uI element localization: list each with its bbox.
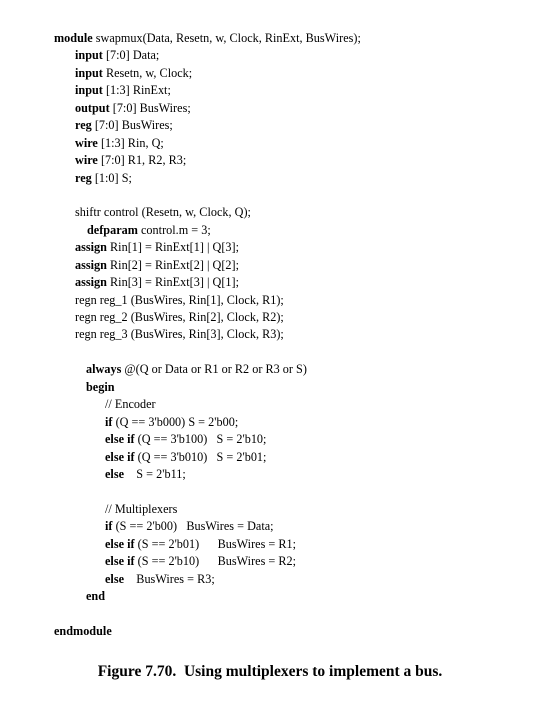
code-keyword: output [75, 100, 110, 115]
code-keyword: if [105, 519, 113, 534]
code-line: regn reg_3 (BusWires, Rin[3], Clock, R3)… [0, 326, 540, 343]
code-keyword: endmodule [54, 623, 112, 638]
code-line: always @(Q or Data or R1 or R2 or R3 or … [0, 361, 540, 378]
code-keyword: else [105, 571, 125, 586]
code-keyword: else if [105, 536, 135, 551]
code-line: else BusWires = R3; [0, 571, 540, 588]
code-line: assign Rin[1] = RinExt[1] | Q[3]; [0, 239, 540, 256]
code-line: reg [7:0] BusWires; [0, 117, 540, 134]
code-line: else if (Q == 3'b010) S = 2'b01; [0, 449, 540, 466]
code-text: // Encoder [105, 397, 156, 412]
code-line: defparam control.m = 3; [0, 222, 540, 239]
code-keyword: assign [75, 257, 107, 272]
code-keyword: wire [75, 135, 98, 150]
code-text: [7:0] BusWires; [109, 100, 191, 115]
code-text: [1:0] S; [91, 170, 132, 185]
code-keyword: defparam [87, 222, 138, 237]
code-text: control.m = 3; [137, 222, 211, 237]
code-line: else S = 2'b11; [0, 466, 540, 483]
code-line: input [7:0] Data; [0, 47, 540, 64]
code-keyword: always [86, 362, 122, 377]
code-keyword: input [75, 65, 103, 80]
code-text: regn reg_2 (BusWires, Rin[2], Clock, R2)… [75, 310, 284, 324]
document-page: module swapmux(Data, Resetn, w, Clock, R… [0, 0, 540, 720]
code-line: else if (Q == 3'b100) S = 2'b10; [0, 431, 540, 448]
code-line: assign Rin[2] = RinExt[2] | Q[2]; [0, 257, 540, 274]
code-keyword: reg [75, 118, 92, 133]
code-keyword: input [75, 83, 103, 98]
code-text: S = 2'b11; [124, 466, 186, 481]
code-text: // Multiplexers [105, 501, 178, 516]
code-line: shiftr control (Resetn, w, Clock, Q); [0, 204, 540, 221]
code-line: end [0, 588, 540, 605]
code-text: Rin[1] = RinExt[1] | Q[3]; [106, 240, 240, 255]
code-text: shiftr control (Resetn, w, Clock, Q); [75, 205, 251, 220]
verilog-code-listing: module swapmux(Data, Resetn, w, Clock, R… [0, 30, 540, 640]
code-line: if (S == 2'b00) BusWires = Data; [0, 518, 540, 535]
code-line: else if (S == 2'b10) BusWires = R2; [0, 553, 540, 570]
code-text: (S == 2'b10) BusWires = R2; [134, 554, 297, 569]
code-line: regn reg_2 (BusWires, Rin[2], Clock, R2)… [0, 309, 540, 326]
code-text: (S == 2'b01) BusWires = R1; [134, 536, 297, 551]
code-keyword: module [54, 31, 93, 45]
code-keyword: assign [75, 275, 107, 290]
code-text: Rin[3] = RinExt[3] | Q[1]; [106, 275, 240, 290]
code-line: output [7:0] BusWires; [0, 100, 540, 117]
code-keyword: else if [105, 432, 135, 447]
code-text: [7:0] BusWires; [91, 118, 173, 133]
code-line: input Resetn, w, Clock; [0, 65, 540, 82]
code-keyword: input [75, 48, 103, 63]
code-keyword: else [105, 466, 125, 481]
code-text: Rin[2] = RinExt[2] | Q[2]; [106, 257, 240, 272]
code-text: regn reg_3 (BusWires, Rin[3], Clock, R3)… [75, 327, 284, 342]
code-keyword: end [86, 589, 106, 603]
code-text: swapmux(Data, Resetn, w, Clock, RinExt, … [92, 31, 361, 45]
code-line: module swapmux(Data, Resetn, w, Clock, R… [0, 30, 540, 47]
code-text: (Q == 3'b010) S = 2'b01; [134, 449, 267, 464]
code-line: if (Q == 3'b000) S = 2'b00; [0, 414, 540, 431]
code-keyword: else if [105, 554, 135, 569]
code-text: BusWires = R3; [124, 571, 215, 586]
code-keyword: else if [105, 449, 135, 464]
code-keyword: reg [75, 170, 92, 185]
code-line: regn reg_1 (BusWires, Rin[1], Clock, R1)… [0, 292, 540, 309]
figure-caption: Figure 7.70. Using multiplexers to imple… [97, 663, 443, 680]
code-text: (S == 2'b00) BusWires = Data; [112, 519, 274, 534]
code-text: Resetn, w, Clock; [102, 65, 193, 80]
code-line: // Multiplexers [0, 501, 540, 518]
code-text: regn reg_1 (BusWires, Rin[1], Clock, R1)… [75, 292, 284, 307]
code-text: [7:0] R1, R2, R3; [97, 153, 187, 168]
code-text: [1:3] RinExt; [102, 83, 171, 98]
code-line: begin [0, 379, 540, 396]
code-text: (Q == 3'b100) S = 2'b10; [134, 432, 267, 447]
code-line: assign Rin[3] = RinExt[3] | Q[1]; [0, 274, 540, 291]
code-text: [7:0] Data; [102, 48, 160, 63]
code-line: input [1:3] RinExt; [0, 82, 540, 99]
code-line: wire [7:0] R1, R2, R3; [0, 152, 540, 169]
code-text: [1:3] Rin, Q; [97, 135, 164, 150]
code-keyword: assign [75, 240, 107, 255]
code-keyword: begin [86, 379, 115, 394]
code-line: else if (S == 2'b01) BusWires = R1; [0, 536, 540, 553]
code-keyword: wire [75, 153, 98, 168]
code-line: endmodule [0, 623, 540, 640]
code-line: // Encoder [0, 396, 540, 413]
code-line: wire [1:3] Rin, Q; [0, 135, 540, 152]
code-line: reg [1:0] S; [0, 170, 540, 187]
code-keyword: if [105, 414, 113, 429]
code-text: (Q == 3'b000) S = 2'b00; [112, 414, 239, 429]
code-text: @(Q or Data or R1 or R2 or R3 or S) [121, 362, 307, 377]
